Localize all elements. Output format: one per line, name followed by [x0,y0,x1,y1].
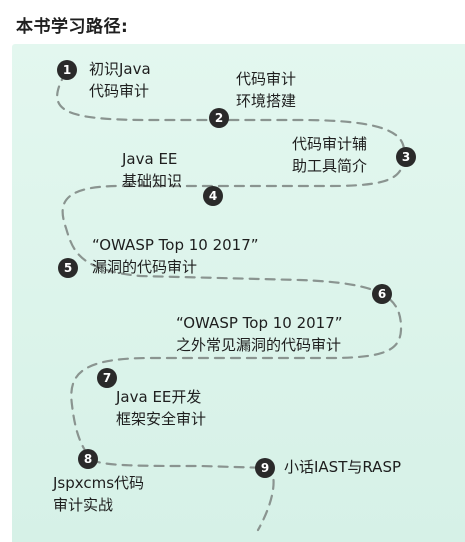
step-2-line-1: 代码审计 [236,70,297,88]
step-1-line-2: 代码审计 [89,82,150,100]
step-8-line-1: Jspxcms代码 [53,474,145,492]
step-label-1: 初识Java 代码审计 [89,58,151,102]
step-4-line-2: 基础知识 [122,172,183,190]
step-5-line-2: 漏洞的代码审计 [92,258,198,276]
step-4-line-1: Java EE [122,150,178,168]
step-2-line-2: 环境搭建 [236,92,297,110]
step-7-line-2: 框架安全审计 [116,410,207,428]
step-7-line-1: Java EE开发 [116,388,202,406]
step-label-4: Java EE 基础知识 [122,148,182,192]
step-badge-7: 7 [97,368,117,388]
step-badge-4: 4 [203,186,223,206]
step-label-2: 代码审计 环境搭建 [236,68,296,112]
step-3-line-2: 助工具简介 [292,157,368,175]
step-badge-3: 3 [396,147,416,167]
step-badge-9: 9 [255,458,275,478]
step-badge-2: 2 [209,108,229,128]
step-badge-5: 5 [58,258,78,278]
step-1-line-1: 初识Java [89,60,151,78]
step-badge-8: 8 [78,449,98,469]
step-badge-6: 6 [372,284,392,304]
step-9-line-1: 小话IAST与RASP [284,458,402,476]
step-label-7: Java EE开发 框架安全审计 [116,386,206,430]
step-5-line-1: “OWASP Top 10 2017” [92,236,259,254]
step-6-line-1: “OWASP Top 10 2017” [176,314,343,332]
step-label-8: Jspxcms代码 审计实战 [53,472,144,516]
step-label-3: 代码审计辅 助工具简介 [292,133,367,177]
step-label-9: 小话IAST与RASP [284,456,401,478]
step-6-line-2: 之外常见漏洞的代码审计 [176,336,342,354]
step-3-line-1: 代码审计辅 [292,135,368,153]
step-badge-1: 1 [57,60,77,80]
step-label-6: “OWASP Top 10 2017” 之外常见漏洞的代码审计 [176,312,343,356]
step-8-line-2: 审计实战 [53,496,114,514]
step-label-5: “OWASP Top 10 2017” 漏洞的代码审计 [92,234,259,278]
